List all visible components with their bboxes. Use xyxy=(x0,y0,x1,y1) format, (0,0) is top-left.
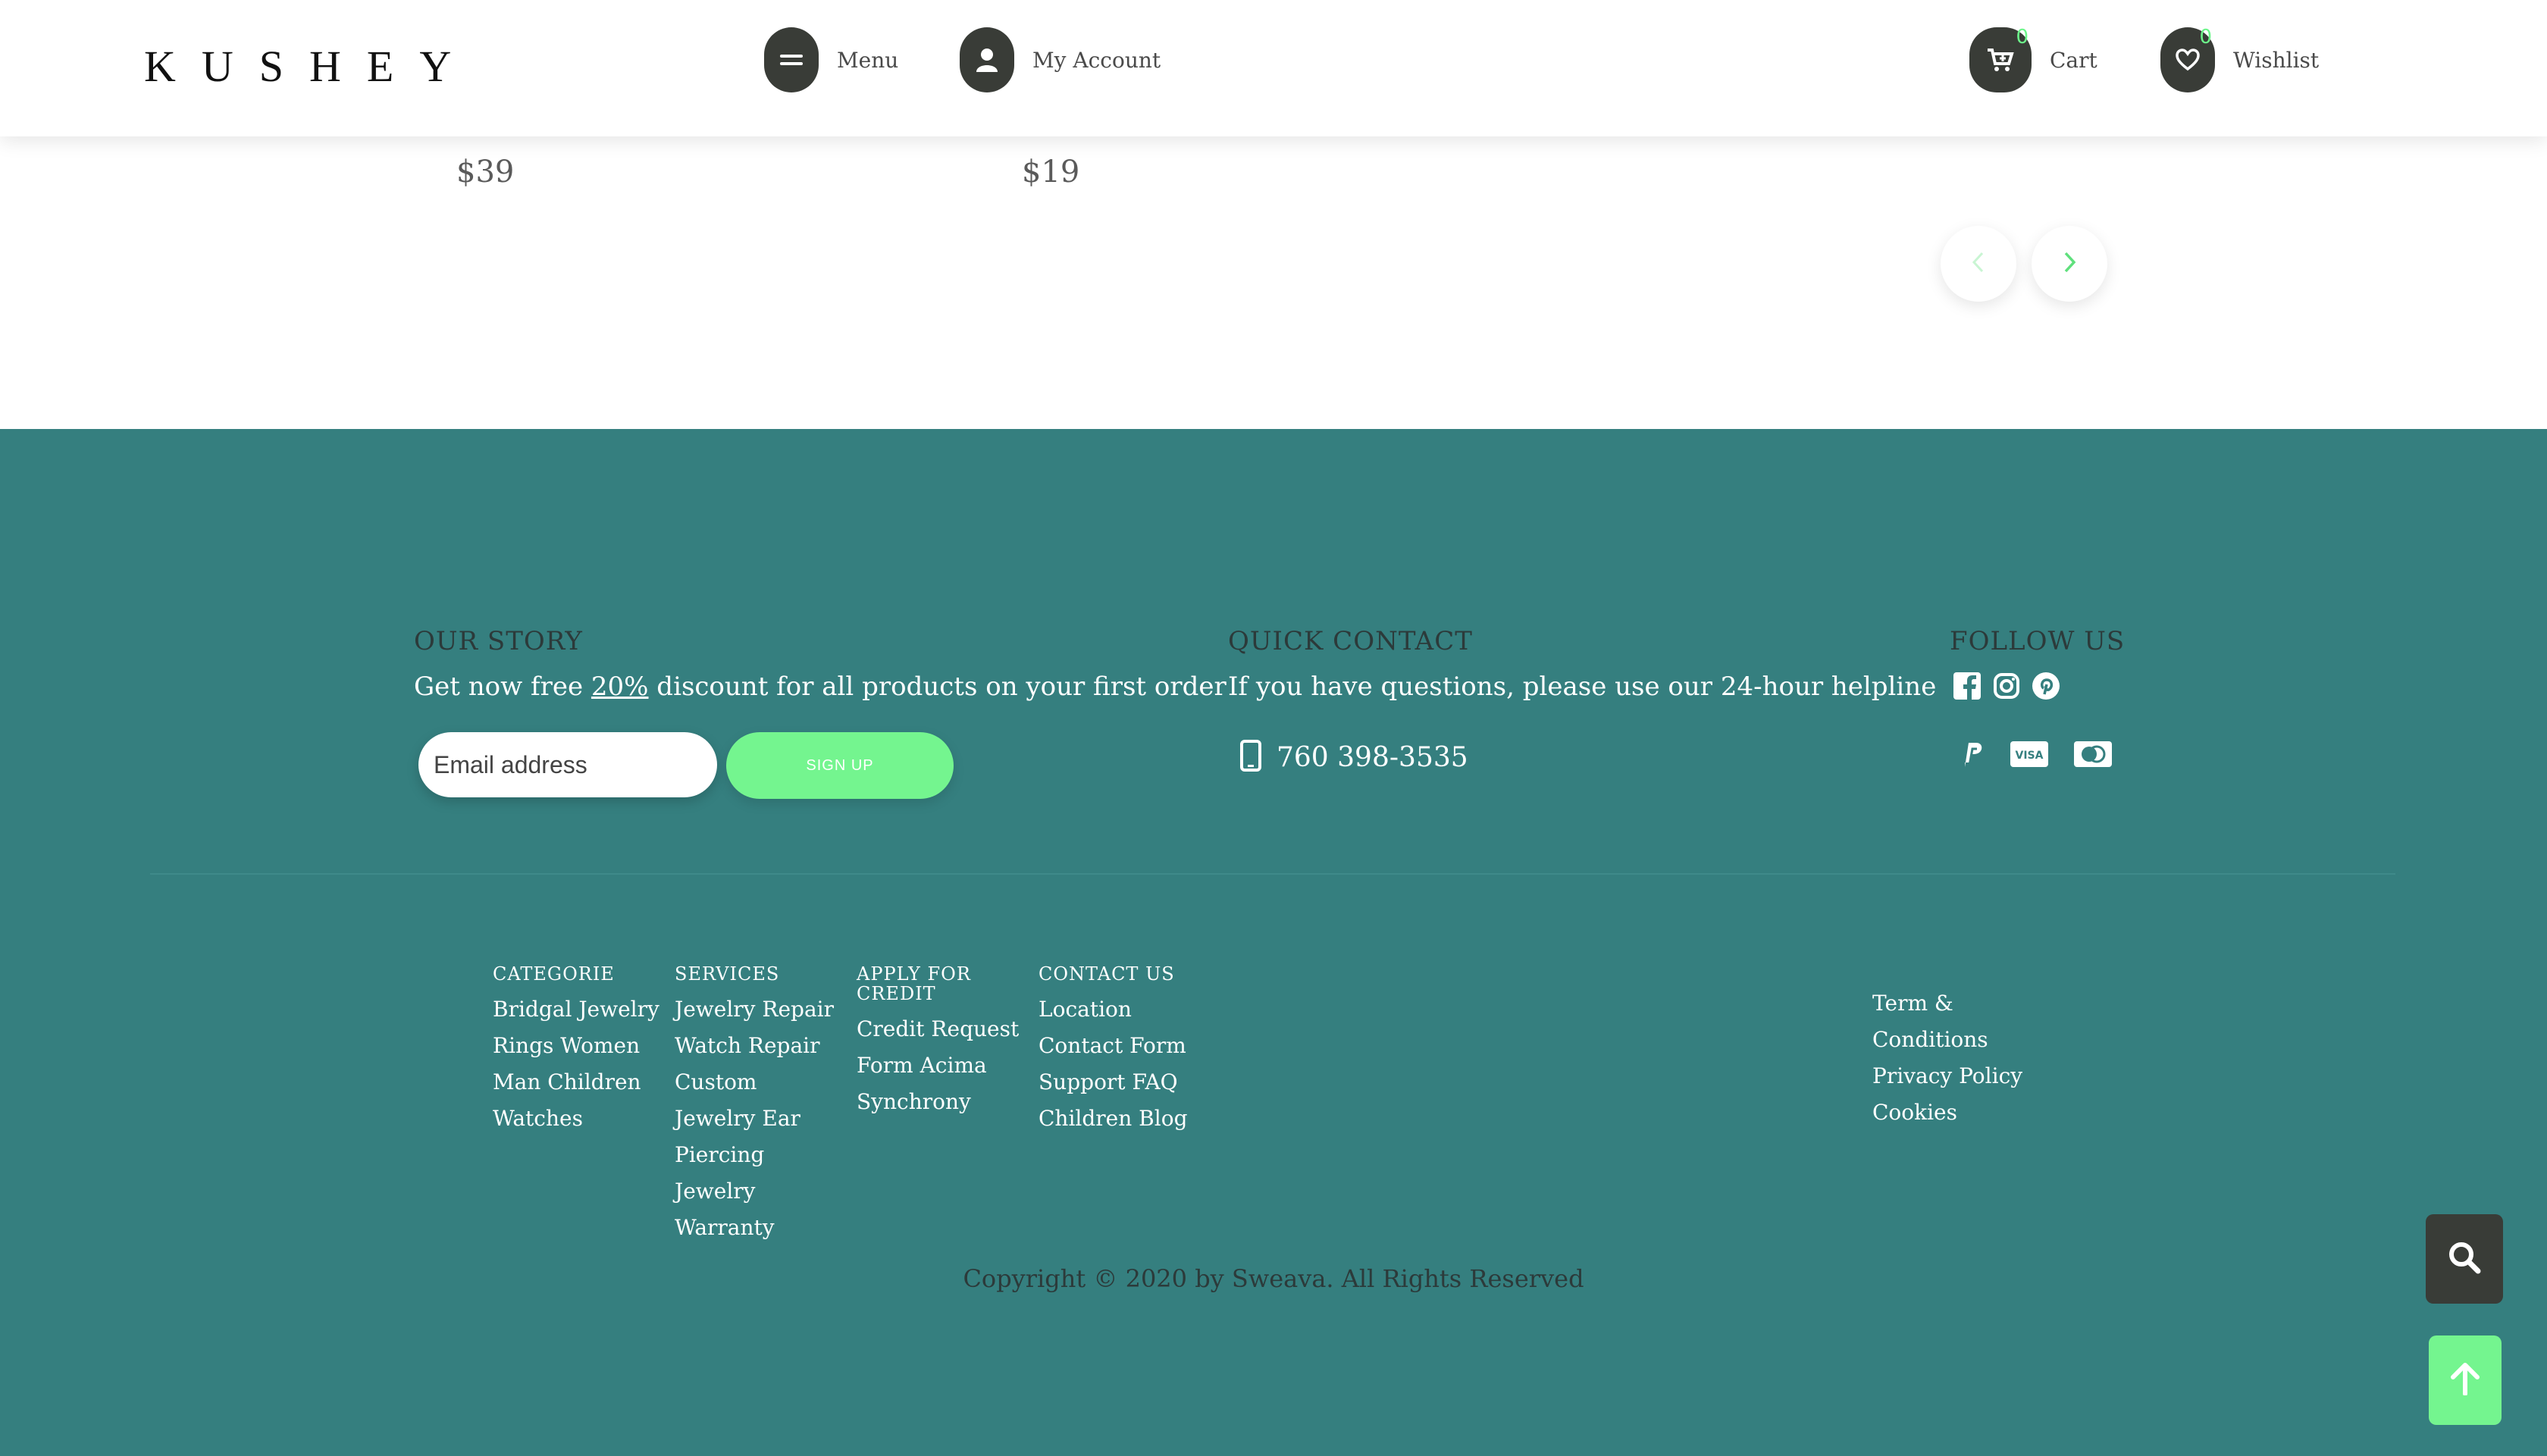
quick-contact-title: QUICK CONTACT xyxy=(1228,626,1473,656)
signup-button[interactable]: SIGN UP xyxy=(726,732,954,799)
footer-link[interactable]: Synchrony xyxy=(857,1084,1019,1120)
footer-link[interactable]: Piercing xyxy=(675,1137,834,1173)
social-links xyxy=(1951,670,2062,702)
instagram-icon[interactable] xyxy=(1991,670,2022,702)
footer-column-categorie: CATEGORIE Bridgal Jewelry Rings Women Ma… xyxy=(493,964,659,1137)
column-heading: CATEGORIE xyxy=(493,963,615,985)
pinterest-icon[interactable] xyxy=(2030,670,2062,702)
cart-label[interactable]: Cart xyxy=(2050,48,2097,73)
site-header: KUSHEY Menu My Account 0 Cart 0 Wishlist xyxy=(0,0,2547,136)
our-story-title: OUR STORY xyxy=(414,626,583,656)
footer-link[interactable]: Form Acima xyxy=(857,1047,1019,1084)
facebook-icon[interactable] xyxy=(1951,670,1983,702)
footer-link[interactable]: Support FAQ xyxy=(1039,1064,1188,1101)
menu-label[interactable]: Menu xyxy=(837,48,898,73)
wishlist-button[interactable]: 0 Wishlist xyxy=(2160,27,2319,92)
visa-icon: VISA xyxy=(2010,741,2048,770)
footer-column-contact-us: CONTACT US Location Contact Form Support… xyxy=(1039,964,1188,1137)
footer-link[interactable]: Jewelry Repair xyxy=(675,991,834,1028)
search-icon xyxy=(2448,1241,2481,1277)
svg-text:VISA: VISA xyxy=(2016,750,2044,762)
arrow-up-icon xyxy=(2450,1362,2480,1398)
footer-link[interactable]: Watches xyxy=(493,1101,659,1137)
paypal-icon xyxy=(1959,740,1985,772)
phone-number[interactable]: 760 398-3535 xyxy=(1277,742,1468,773)
product-price: $39 xyxy=(456,155,515,189)
footer-link[interactable]: Children Blog xyxy=(1039,1101,1188,1137)
cart-button[interactable]: 0 Cart xyxy=(1969,27,2097,92)
chevron-left-icon xyxy=(1971,246,1986,281)
heart-icon[interactable]: 0 xyxy=(2160,27,2215,92)
footer-link[interactable]: Jewelry Ear xyxy=(675,1101,834,1137)
search-button[interactable] xyxy=(2426,1214,2503,1304)
cart-count-badge: 0 xyxy=(2016,26,2029,49)
carousel-next-button[interactable] xyxy=(2032,226,2107,302)
quick-contact-text: If you have questions, please use our 24… xyxy=(1228,672,1937,702)
site-logo[interactable]: KUSHEY xyxy=(144,41,477,92)
cart-icon[interactable]: 0 xyxy=(1969,27,2032,92)
footer-link[interactable]: Contact Form xyxy=(1039,1028,1188,1064)
column-heading: SERVICES xyxy=(675,963,780,985)
terms-link[interactable]: Term & xyxy=(1872,985,2022,1022)
mastercard-icon xyxy=(2074,741,2112,770)
footer-link[interactable]: Watch Repair xyxy=(675,1028,834,1064)
carousel-prev-button[interactable] xyxy=(1941,226,2016,302)
column-heading: CONTACT US xyxy=(1039,963,1175,985)
menu-button[interactable]: Menu xyxy=(764,27,898,92)
footer-link[interactable]: Warranty xyxy=(675,1210,834,1246)
chevron-right-icon xyxy=(2062,246,2077,281)
footer-link[interactable]: Jewelry xyxy=(675,1173,834,1210)
footer-link[interactable]: Rings Women xyxy=(493,1028,659,1064)
my-account-label[interactable]: My Account xyxy=(1032,48,1161,73)
footer-link[interactable]: Man Children xyxy=(493,1064,659,1101)
privacy-policy-link[interactable]: Privacy Policy xyxy=(1872,1058,2022,1094)
footer-link[interactable]: Bridgal Jewelry xyxy=(493,991,659,1028)
footer-column-apply-for-credit: APPLY FOR CREDIT Credit Request Form Aci… xyxy=(857,964,1019,1120)
follow-us-title: FOLLOW US xyxy=(1950,626,2126,656)
footer-column-services: SERVICES Jewelry Repair Watch Repair Cus… xyxy=(675,964,834,1246)
footer-link[interactable]: Credit Request xyxy=(857,1011,1019,1047)
site-footer xyxy=(0,429,2547,1456)
terms-link[interactable]: Conditions xyxy=(1872,1022,2022,1058)
legal-links: Term & Conditions Privacy Policy Cookies xyxy=(1872,985,2022,1131)
wishlist-count-badge: 0 xyxy=(2199,26,2212,49)
user-icon[interactable] xyxy=(960,27,1014,92)
phone-contact[interactable]: 760 398-3535 xyxy=(1240,740,1468,775)
copyright-text: Copyright © 2020 by Sweava. All Rights R… xyxy=(963,1264,1584,1293)
discount-highlight: 20% xyxy=(591,672,649,702)
mobile-phone-icon xyxy=(1240,740,1261,775)
my-account-button[interactable]: My Account xyxy=(960,27,1161,92)
our-story-text: Get now free 20% discount for all produc… xyxy=(414,672,1227,702)
payment-methods: VISA xyxy=(1959,740,2112,772)
footer-divider xyxy=(150,873,2395,875)
wishlist-label[interactable]: Wishlist xyxy=(2233,48,2319,73)
cookies-link[interactable]: Cookies xyxy=(1872,1094,2022,1131)
back-to-top-button[interactable] xyxy=(2429,1335,2502,1425)
newsletter-email-input[interactable] xyxy=(418,732,717,797)
product-price: $19 xyxy=(1022,155,1080,189)
menu-icon[interactable] xyxy=(764,27,819,92)
footer-link[interactable]: Location xyxy=(1039,991,1188,1028)
footer-link[interactable]: Custom xyxy=(675,1064,834,1101)
column-heading: APPLY FOR CREDIT xyxy=(857,963,971,1004)
